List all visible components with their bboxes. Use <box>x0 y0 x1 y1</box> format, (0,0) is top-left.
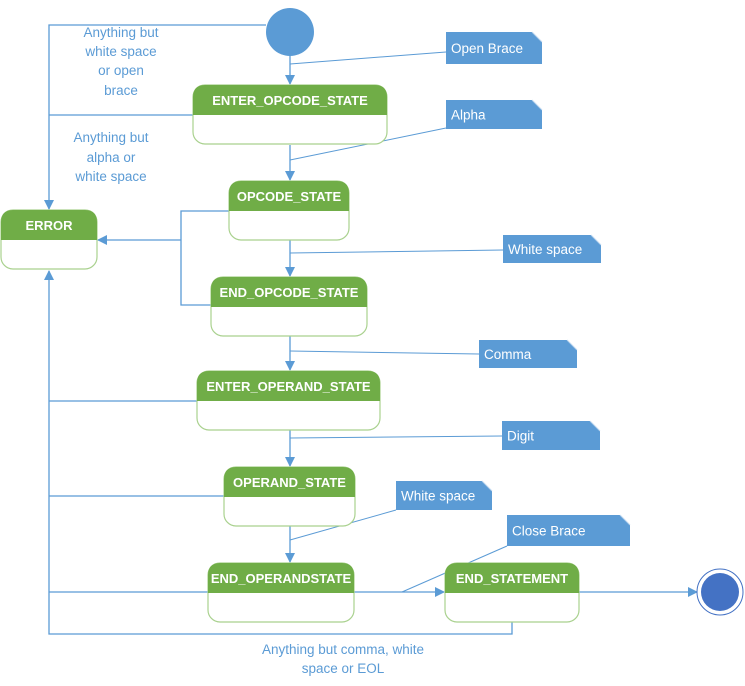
state-name: END_STATEMENT <box>456 571 568 586</box>
svg-text:Anything but: Anything but <box>83 25 158 40</box>
note-text: Close Brace <box>512 524 586 539</box>
note-text: White space <box>508 242 582 257</box>
state-name: ENTER_OPERAND_STATE <box>206 379 371 394</box>
initial-state <box>266 8 314 56</box>
label-end-statement-error: Anything but comma, white space or EOL <box>262 642 424 676</box>
note-text: Alpha <box>451 108 486 123</box>
state-name: END_OPCODE_STATE <box>220 285 359 300</box>
note-close-brace: Close Brace <box>507 514 631 546</box>
svg-text:Anything but comma, white: Anything but comma, white <box>262 642 424 657</box>
state-name: OPERAND_STATE <box>233 475 346 490</box>
state-name: OPCODE_STATE <box>237 189 342 204</box>
svg-text:white space: white space <box>84 44 156 59</box>
state-enter-opcode: ENTER_OPCODE_STATE <box>192 84 388 145</box>
label-enter-opcode-error: Anything but alpha or white space <box>73 130 148 184</box>
svg-text:white space: white space <box>74 169 146 184</box>
note-alpha: Alpha <box>446 99 543 129</box>
note-text: Open Brace <box>451 41 523 56</box>
note-text: Digit <box>507 429 534 444</box>
state-end-opcode: END_OPCODE_STATE <box>210 276 368 337</box>
note-text: Comma <box>484 347 532 362</box>
state-enter-operand: ENTER_OPERAND_STATE <box>196 370 381 431</box>
svg-text:or open: or open <box>98 63 144 78</box>
state-diagram: ENTER_OPCODE_STATE OPCODE_STATE ERROR END_O… <box>0 8 744 676</box>
state-name: ENTER_OPCODE_STATE <box>212 93 368 108</box>
final-state <box>696 568 744 616</box>
state-name: END_OPERANDSTATE <box>211 571 352 586</box>
state-error: ERROR <box>0 209 98 270</box>
label-start-error: Anything but white space or open brace <box>83 25 158 98</box>
note-white-space-2: White space <box>396 480 493 510</box>
state-end-statement: END_STATEMENT <box>444 562 580 623</box>
state-end-operand: END_OPERANDSTATE <box>207 562 355 623</box>
state-operand: OPERAND_STATE <box>223 466 356 527</box>
note-comma: Comma <box>479 339 578 368</box>
svg-text:brace: brace <box>104 83 138 98</box>
note-text: White space <box>401 489 475 504</box>
note-digit: Digit <box>502 420 601 450</box>
svg-text:Anything but: Anything but <box>73 130 148 145</box>
note-white-space-1: White space <box>503 234 602 263</box>
state-opcode: OPCODE_STATE <box>228 180 350 241</box>
state-name: ERROR <box>26 218 74 233</box>
note-open-brace: Open Brace <box>446 31 543 64</box>
svg-text:space or EOL: space or EOL <box>302 661 385 676</box>
svg-text:alpha or: alpha or <box>87 150 136 165</box>
